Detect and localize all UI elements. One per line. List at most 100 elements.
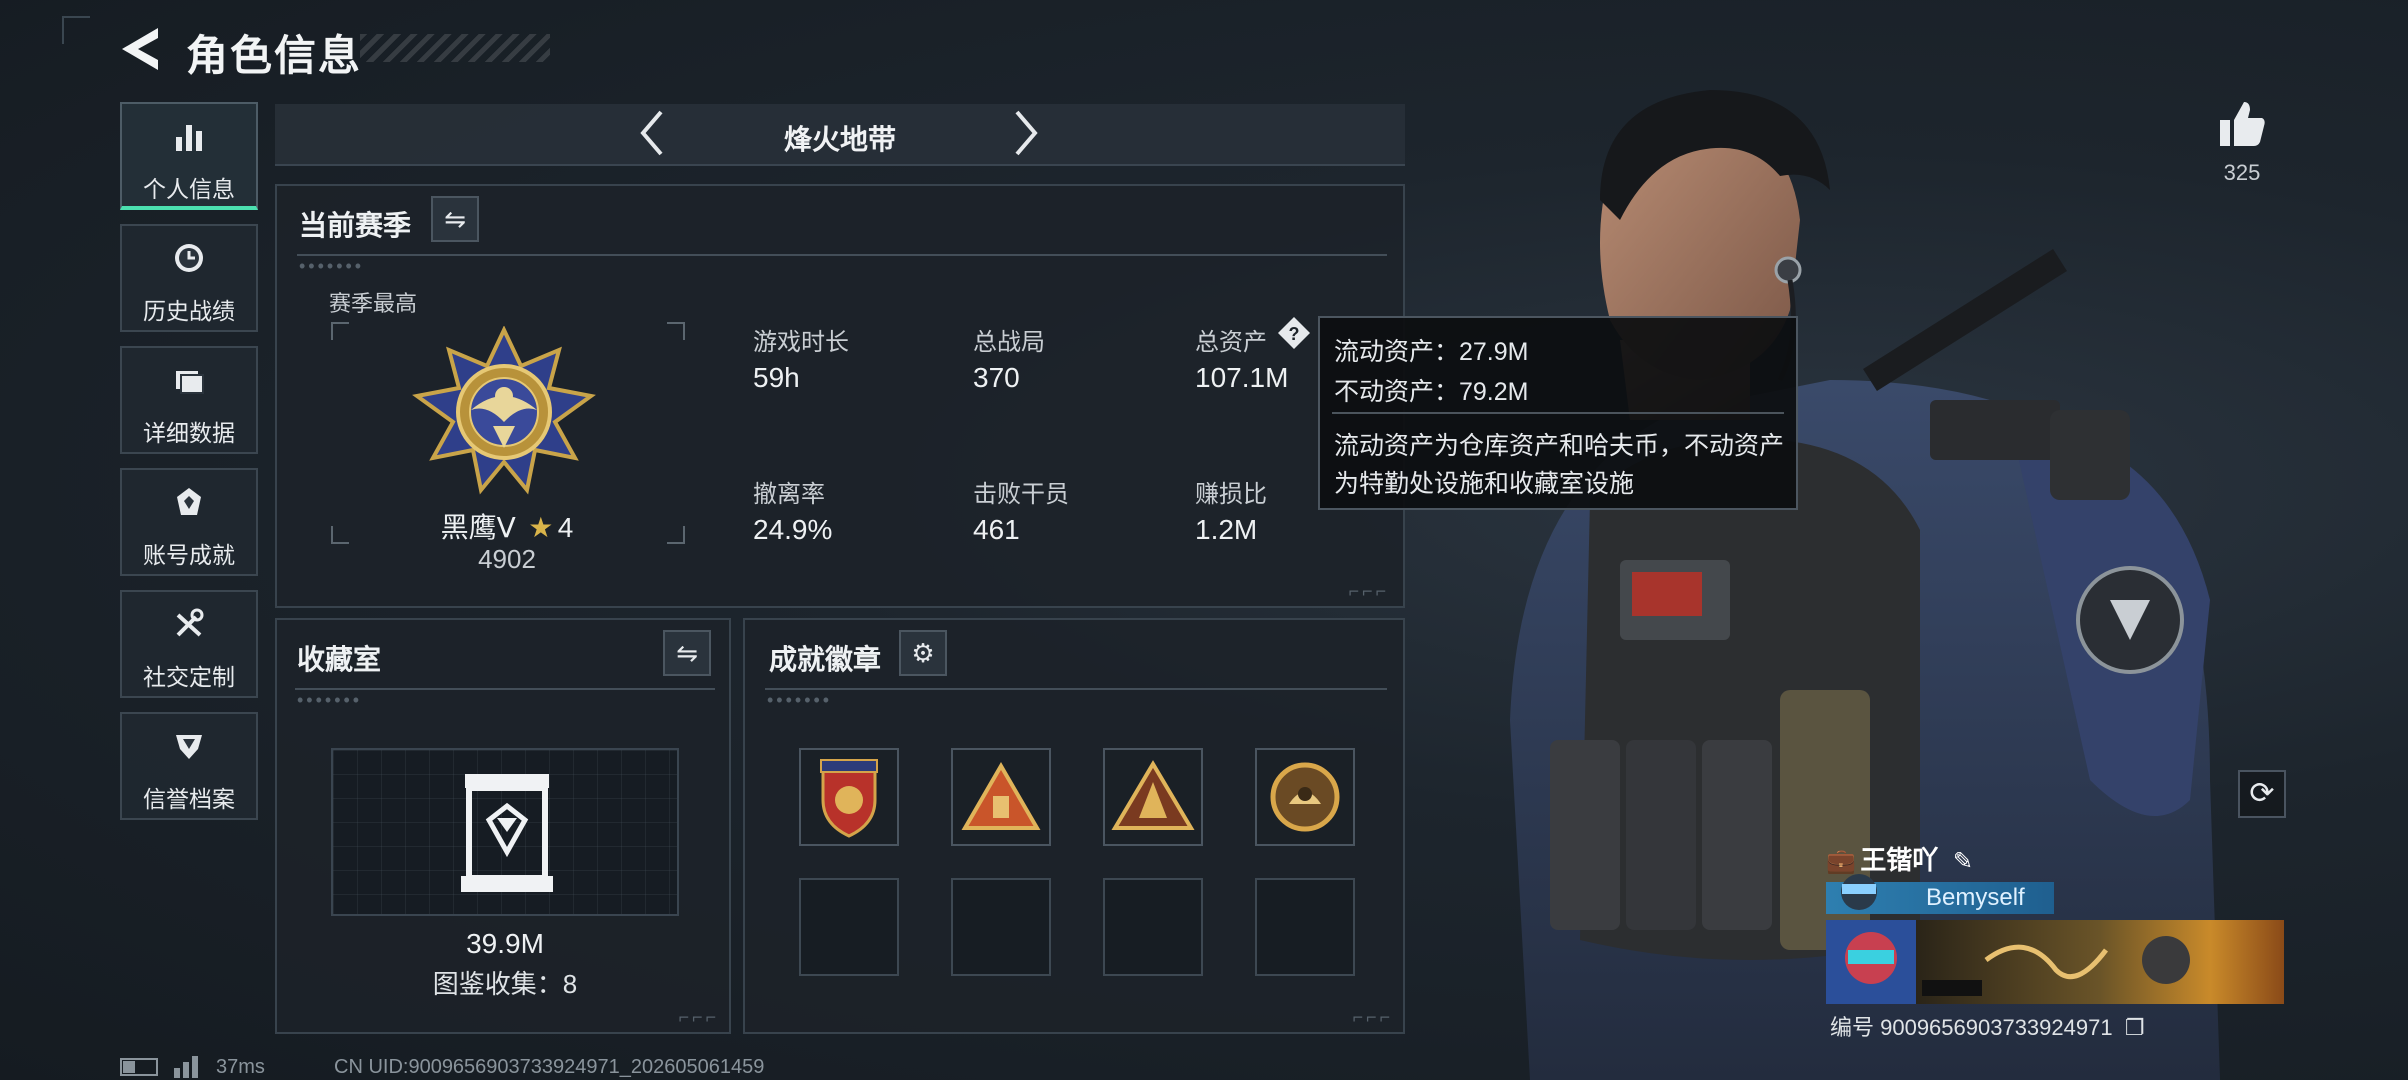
swap-icon: ⇋ (676, 638, 698, 668)
tools-icon (122, 606, 256, 654)
achievement-settings-button[interactable]: ⚙ (899, 630, 947, 676)
rank-stars: 4 (557, 512, 574, 543)
mode-prev-button[interactable] (637, 108, 667, 167)
player-tag: Bemyself (1926, 884, 2025, 911)
like-button[interactable] (2214, 96, 2270, 152)
stat-value: 461 (973, 514, 1020, 545)
like-count: 325 (2223, 160, 2261, 185)
stat-value: 24.9% (753, 514, 833, 545)
round-badge-icon (1270, 762, 1340, 832)
collection-value: 39.9M (466, 928, 544, 959)
stat-label: 撤离率 (753, 481, 825, 508)
season-panel: 当前赛季 ⇋ ••••••• 赛季最高 黑鹰Ⅴ ★ 4 4902 游戏时长 59… (275, 184, 1405, 608)
tooltip-fixed-assets: 不动资产：79.2M (1334, 378, 1529, 406)
badge-slot-empty[interactable] (799, 878, 899, 976)
gear-icon: ⚙ (911, 638, 935, 668)
refresh-icon: ⟳ (2249, 777, 2275, 810)
decoration-dots: ⌐⌐⌐ (1352, 1007, 1393, 1027)
battery-icon (120, 1058, 158, 1076)
mode-label: 烽火地带 (783, 124, 896, 155)
stat-label: 游戏时长 (753, 329, 849, 356)
stat-label: 击败干员 (973, 481, 1069, 508)
player-id: 编号 9009656903733924971 ❐ (1830, 1010, 2144, 1042)
sidebar-item-label: 历史战绩 (143, 298, 235, 324)
player-tag-bar: Bemyself (1826, 874, 2054, 914)
back-arrow-icon (122, 28, 158, 70)
achievement-panel: 成就徽章 ⚙ ••••••• ⌐⌐⌐ (743, 618, 1405, 1034)
back-button[interactable] (118, 24, 164, 74)
collection-switch-button[interactable]: ⇋ (663, 630, 711, 676)
badge-slot[interactable] (1255, 748, 1355, 846)
rank-name: 黑鹰Ⅴ (440, 512, 516, 543)
help-icon: ? (1278, 317, 1310, 349)
clock-icon (122, 240, 256, 288)
svg-text:?: ? (1289, 324, 1300, 344)
signal-icon (174, 1056, 198, 1078)
sidebar-item-achievements[interactable]: 账号成就 (120, 468, 258, 576)
stat-label: 总资产 (1195, 329, 1267, 356)
copy-icon[interactable]: ❐ (2125, 1015, 2145, 1040)
decoration-dots: ••••••• (299, 256, 365, 276)
collection-title: 收藏室 (297, 644, 382, 675)
uid-text: CN UID:9009656903733924971_202605061459 (334, 1056, 765, 1078)
sidebar-item-label: 社交定制 (143, 664, 235, 690)
decoration-dots: ••••••• (297, 690, 363, 710)
ping-text: 37ms (216, 1056, 265, 1078)
season-best-label: 赛季最高 (329, 291, 418, 316)
star-icon: ★ (528, 512, 554, 543)
stat-value: 107.1M (1195, 362, 1289, 393)
edit-name-icon[interactable]: ✎ (1953, 848, 1973, 875)
player-banner[interactable] (1826, 920, 2284, 1004)
season-switch-button[interactable]: ⇋ (431, 196, 479, 242)
asset-help-button[interactable]: ? (1277, 316, 1311, 350)
divider (297, 254, 1387, 256)
rank-points: 4902 (478, 544, 536, 574)
badge-slot[interactable] (951, 748, 1051, 846)
bar-chart-icon (122, 118, 256, 166)
badge-icon (122, 484, 256, 532)
sidebar-item-label: 详细数据 (143, 420, 235, 446)
rotate-button[interactable]: ⟳ (2238, 770, 2286, 818)
sidebar-item-label: 信誉档案 (143, 786, 235, 812)
sidebar-item-history[interactable]: 历史战绩 (120, 224, 258, 332)
badge-slot-empty[interactable] (951, 878, 1051, 976)
mode-selector: 烽火地带 (275, 104, 1405, 166)
stat-label: 赚损比 (1195, 481, 1267, 508)
folder-icon (122, 362, 256, 410)
swap-icon: ⇋ (444, 204, 466, 234)
rank-info: 黑鹰Ⅴ ★ 4 (277, 506, 737, 546)
sidebar-item-details[interactable]: 详细数据 (120, 346, 258, 454)
rank-emblem-icon (412, 326, 596, 495)
collection-preview[interactable] (331, 748, 679, 916)
chevron-right-icon (1015, 110, 1038, 156)
sidebar-item-profile[interactable]: 个人信息 (120, 102, 258, 210)
page-title: 角色信息 (186, 32, 363, 79)
title-decoration (360, 34, 550, 62)
triangle-badge-icon (961, 762, 1041, 830)
chevron-left-icon (640, 110, 663, 156)
sidebar-item-social[interactable]: 社交定制 (120, 590, 258, 698)
player-id-text: 编号 9009656903733924971 (1830, 1015, 2113, 1040)
thumbs-up-icon (2220, 102, 2265, 146)
mode-next-button[interactable] (1011, 108, 1041, 167)
achievement-title: 成就徽章 (769, 644, 882, 675)
tooltip-desc-line1: 流动资产为仓库资产和哈夫币，不动资产 (1334, 432, 1785, 460)
stat-label: 总战局 (973, 329, 1045, 356)
badge-slot-empty[interactable] (1255, 878, 1355, 976)
badge-slot[interactable] (799, 748, 899, 846)
badge-slot[interactable] (1103, 748, 1203, 846)
season-title: 当前赛季 (299, 210, 412, 241)
stat-value: 370 (973, 362, 1020, 393)
divider (1332, 412, 1784, 414)
divider (765, 688, 1387, 690)
decoration-dots: ••••••• (767, 690, 833, 710)
collection-count: 图鉴收集：8 (432, 969, 578, 999)
asset-tooltip: 流动资产：27.9M 不动资产：79.2M 流动资产为仓库资产和哈夫币，不动资产… (1318, 316, 1798, 510)
shield-icon (122, 728, 256, 776)
stat-value: 59h (753, 362, 800, 393)
sidebar-item-reputation[interactable]: 信誉档案 (120, 712, 258, 820)
corner-decoration (62, 16, 90, 44)
tooltip-liquid-assets: 流动资产：27.9M (1334, 338, 1529, 366)
badge-slot-empty[interactable] (1103, 878, 1203, 976)
decoration-dots: ⌐⌐⌐ (678, 1007, 719, 1027)
